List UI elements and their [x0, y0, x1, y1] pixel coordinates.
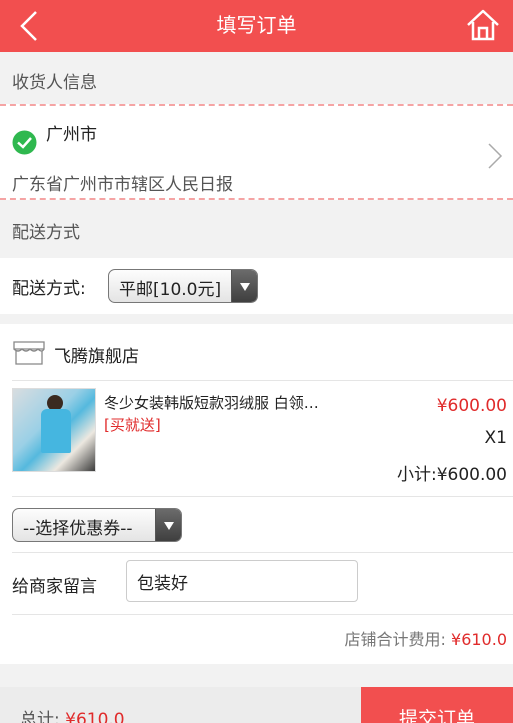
page-title: 填写订单 [216, 13, 297, 37]
order-total-amount: ¥610.0 [65, 710, 125, 723]
store-name: 飞腾旗舰店 [54, 347, 139, 367]
chevron-right-icon [488, 143, 503, 169]
shipping-label: 配送方式: [12, 279, 86, 299]
chevron-down-icon [155, 509, 181, 541]
product-image[interactable] [12, 388, 96, 472]
divider [12, 380, 513, 381]
store-icon [13, 341, 45, 365]
order-total-label: 总计: [20, 710, 60, 723]
product-title[interactable]: 冬少女装韩版短款羽绒服 白领… [104, 392, 344, 413]
shop-card: 飞腾旗舰店 冬少女装韩版短款羽绒服 白领… [买就送] ¥600.00 X1 小… [0, 324, 513, 664]
receiver-city: 广州市 [46, 125, 97, 145]
address-card[interactable]: 广州市 广东省广州市市辖区人民日报 [0, 104, 513, 200]
shipping-row: 配送方式: 平邮[10.0元] [0, 258, 513, 314]
product-price: ¥600.00 [436, 396, 507, 416]
shipping-select[interactable]: 平邮[10.0元] [108, 269, 258, 303]
home-icon[interactable] [465, 7, 501, 43]
product-tag: [买就送] [104, 416, 161, 434]
receiver-section-title: 收货人信息 [12, 73, 97, 93]
chevron-down-icon [231, 270, 257, 302]
shop-total-amount: ¥610.0 [451, 630, 507, 649]
divider [12, 552, 513, 553]
order-footer: 总计: ¥610.0 提交订单 [0, 687, 513, 723]
coupon-select-value: --选择优惠券-- [23, 519, 133, 539]
shipping-section-title: 配送方式 [12, 223, 80, 243]
product-subtotal: 小计:¥600.00 [396, 465, 507, 485]
shipping-select-value: 平邮[10.0元] [119, 280, 222, 300]
divider [12, 614, 513, 615]
check-circle-icon [12, 130, 37, 155]
message-input[interactable] [126, 560, 358, 602]
product-image-coat [41, 409, 71, 453]
message-label: 给商家留言 [12, 577, 97, 597]
shop-total-label: 店铺合计费用: [344, 630, 446, 649]
submit-order-button[interactable]: 提交订单 [361, 687, 513, 723]
order-total: 总计: ¥610.0 [20, 705, 125, 723]
product-quantity: X1 [484, 428, 507, 448]
coupon-select[interactable]: --选择优惠券-- [12, 508, 182, 542]
app-header: 填写订单 [0, 0, 513, 52]
shop-total: 店铺合计费用: ¥610.0 [345, 626, 507, 650]
receiver-address: 广东省广州市市辖区人民日报 [12, 175, 233, 195]
divider [12, 496, 513, 497]
